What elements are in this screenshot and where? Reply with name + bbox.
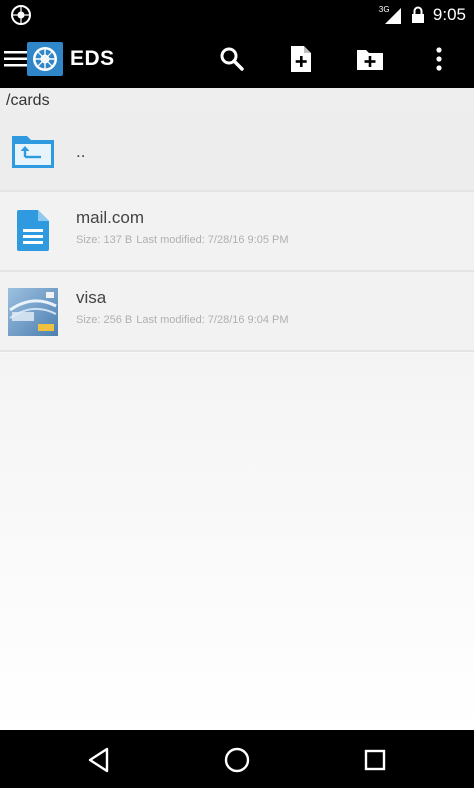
file-meta: Size: 256 B Last modified: 7/28/16 9:04 P…	[76, 314, 289, 326]
home-icon	[224, 747, 250, 773]
recents-button[interactable]	[357, 742, 393, 778]
list-item-visa[interactable]: visa Size: 256 B Last modified: 7/28/16 9…	[0, 272, 474, 352]
file-size: Size: 256 B	[76, 314, 133, 326]
file-name: visa	[76, 288, 107, 307]
file-meta: Size: 137 B Last modified: 7/28/16 9:05 P…	[76, 234, 289, 246]
eds-logo-icon	[33, 47, 57, 71]
status-time: 9:05	[432, 5, 466, 24]
search-button[interactable]	[215, 42, 249, 76]
path-bar: /cards	[0, 88, 474, 114]
app-bar: EDS	[0, 30, 474, 88]
search-icon	[220, 47, 244, 71]
file-size: Size: 137 B	[76, 234, 133, 246]
document-icon	[17, 210, 49, 251]
status-bar: 3G 9:05	[0, 0, 474, 30]
new-file-button[interactable]	[284, 42, 318, 76]
file-name: mail.com	[76, 208, 145, 227]
folder-up-icon	[12, 136, 54, 168]
new-folder-button[interactable]	[353, 42, 387, 76]
back-icon	[88, 747, 109, 773]
navigation-bar	[0, 730, 474, 788]
screen: 3G 9:05 EDS /cards .. mail.com Size: 137…	[0, 0, 474, 788]
hamburger-menu-icon[interactable]	[4, 48, 28, 70]
file-list: .. mail.com Size: 137 B Last modified: 7/…	[0, 114, 474, 352]
file-name: ..	[76, 142, 86, 161]
recents-icon	[364, 749, 386, 771]
current-path: /cards	[6, 92, 50, 109]
empty-list-area	[0, 353, 474, 730]
file-modified: Last modified: 7/28/16 9:05 PM	[136, 234, 289, 246]
app-title: EDS	[70, 47, 115, 70]
status-icons: 3G 9:05	[379, 0, 466, 30]
home-button[interactable]	[219, 742, 255, 778]
new-file-icon	[291, 46, 311, 72]
lock-icon	[411, 6, 424, 23]
app-notification-icon	[11, 5, 31, 25]
list-item-mail-com[interactable]: mail.com Size: 137 B Last modified: 7/28/…	[0, 192, 474, 272]
signal-icon: 3G	[379, 5, 403, 25]
image-thumbnail-icon	[8, 288, 58, 336]
list-item-parent-folder[interactable]: ..	[0, 114, 474, 192]
file-modified: Last modified: 7/28/16 9:04 PM	[136, 314, 289, 326]
overflow-menu-icon	[436, 47, 442, 71]
app-logo[interactable]	[27, 42, 63, 76]
new-folder-icon	[357, 50, 383, 70]
back-button[interactable]	[81, 742, 117, 778]
overflow-menu-button[interactable]	[422, 42, 456, 76]
